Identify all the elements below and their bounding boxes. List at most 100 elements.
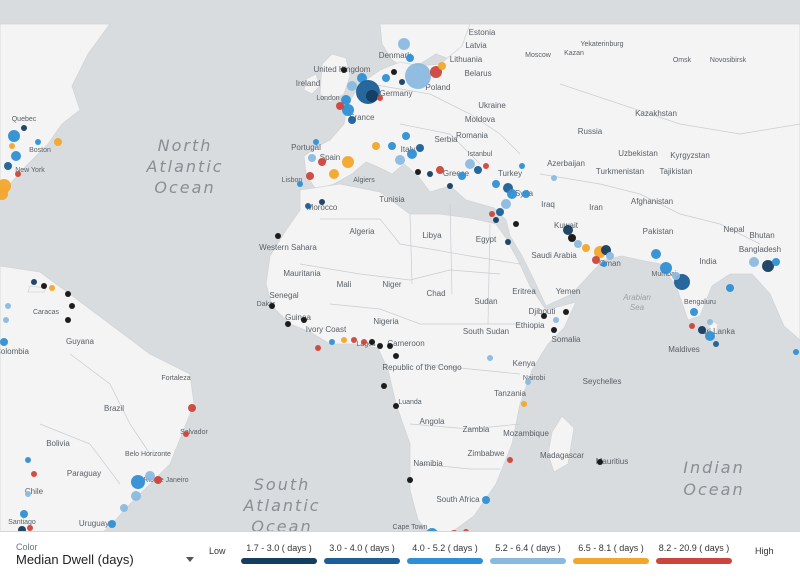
port-marker[interactable] [406,54,414,62]
port-marker[interactable] [348,116,356,124]
port-marker[interactable] [41,283,47,289]
port-marker[interactable] [592,256,600,264]
port-marker[interactable] [54,138,62,146]
port-marker[interactable] [402,132,410,140]
port-marker[interactable] [9,143,15,149]
port-marker[interactable] [366,90,378,102]
port-marker[interactable] [25,491,31,497]
port-marker[interactable] [597,459,603,465]
port-marker[interactable] [568,234,576,242]
port-marker[interactable] [297,181,303,187]
port-marker[interactable] [120,504,128,512]
port-marker[interactable] [318,158,326,166]
port-marker[interactable] [5,303,11,309]
port-marker[interactable] [25,457,31,463]
port-marker[interactable] [108,520,116,528]
port-marker[interactable] [493,217,499,223]
port-marker[interactable] [415,169,421,175]
port-marker[interactable] [487,355,493,361]
port-marker[interactable] [369,339,375,345]
metric-dropdown[interactable]: Median Dwell (days) [16,551,194,573]
port-marker[interactable] [341,337,347,343]
port-marker[interactable] [507,189,517,199]
port-marker[interactable] [301,317,307,323]
port-marker[interactable] [407,477,413,483]
port-marker[interactable] [306,172,314,180]
port-marker[interactable] [713,341,719,347]
port-marker[interactable] [651,249,661,259]
port-marker[interactable] [458,172,466,180]
port-marker[interactable] [416,144,424,152]
port-marker[interactable] [482,496,490,504]
port-marker[interactable] [372,142,380,150]
port-marker[interactable] [436,166,444,174]
port-marker[interactable] [391,69,397,75]
port-marker[interactable] [447,183,453,189]
port-marker[interactable] [606,252,614,260]
port-marker[interactable] [707,319,713,325]
port-marker[interactable] [563,225,573,235]
port-marker[interactable] [489,211,495,217]
port-marker[interactable] [574,240,582,248]
port-marker[interactable] [285,321,291,327]
port-marker[interactable] [601,261,607,267]
port-marker[interactable] [275,233,281,239]
port-marker[interactable] [381,383,387,389]
port-marker[interactable] [388,142,396,150]
port-marker[interactable] [8,130,20,142]
port-marker[interactable] [0,338,8,346]
port-marker[interactable] [377,95,383,101]
port-marker[interactable] [793,349,799,355]
port-marker[interactable] [395,155,405,165]
port-marker[interactable] [513,221,519,227]
port-marker[interactable] [553,317,559,323]
port-marker[interactable] [474,166,482,174]
port-marker[interactable] [313,139,319,145]
port-marker[interactable] [131,475,145,489]
port-marker[interactable] [329,169,339,179]
port-marker[interactable] [465,159,475,169]
port-marker[interactable] [329,339,335,345]
port-marker[interactable] [31,471,37,477]
port-marker[interactable] [519,163,525,169]
port-marker[interactable] [387,343,393,349]
port-marker[interactable] [405,63,431,89]
port-marker[interactable] [361,339,367,345]
port-marker[interactable] [342,156,354,168]
port-marker[interactable] [145,471,155,481]
port-marker[interactable] [398,38,410,50]
port-marker[interactable] [689,323,695,329]
port-marker[interactable] [21,125,27,131]
port-marker[interactable] [11,151,21,161]
port-marker[interactable] [541,313,547,319]
port-marker[interactable] [427,171,433,177]
port-marker[interactable] [522,190,530,198]
port-marker[interactable] [15,171,21,177]
port-marker[interactable] [188,404,196,412]
port-marker[interactable] [660,262,672,274]
port-marker[interactable] [49,285,55,291]
port-marker[interactable] [131,491,141,501]
port-marker[interactable] [749,257,759,267]
port-marker[interactable] [269,303,275,309]
port-marker[interactable] [351,337,357,343]
port-marker[interactable] [563,309,569,315]
port-marker[interactable] [341,67,347,73]
port-marker[interactable] [4,162,12,170]
port-marker[interactable] [377,343,383,349]
port-marker[interactable] [347,81,357,91]
port-marker[interactable] [551,175,557,181]
port-marker[interactable] [672,272,680,280]
port-marker[interactable] [438,62,446,70]
port-marker[interactable] [3,317,9,323]
port-marker[interactable] [183,431,189,437]
port-marker[interactable] [483,163,489,169]
port-marker[interactable] [582,244,590,252]
port-marker[interactable] [31,279,37,285]
port-marker[interactable] [492,180,500,188]
port-marker[interactable] [772,258,780,266]
port-marker[interactable] [315,345,321,351]
port-marker[interactable] [705,331,715,341]
port-marker[interactable] [525,379,531,385]
port-marker[interactable] [35,139,41,145]
